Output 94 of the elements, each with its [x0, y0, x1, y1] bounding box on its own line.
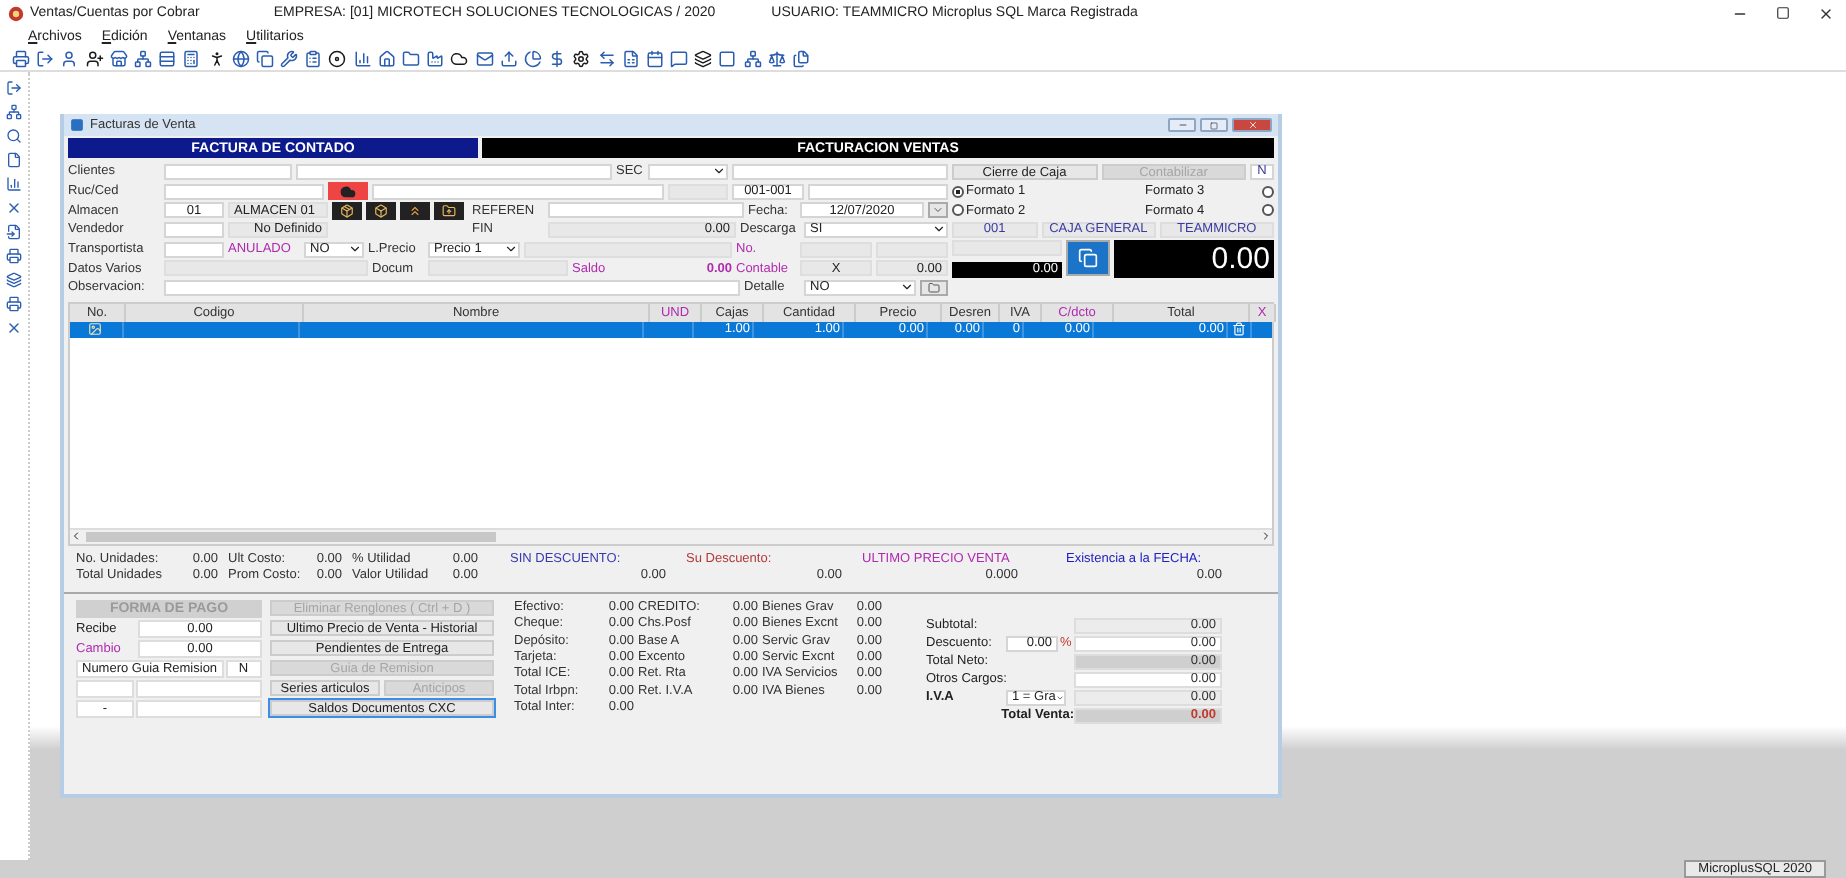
layers-icon[interactable]	[6, 272, 22, 288]
caret-icon	[1055, 691, 1064, 704]
home-icon[interactable]	[377, 49, 396, 67]
network-icon[interactable]	[6, 104, 22, 120]
wrench-icon[interactable]	[280, 49, 299, 67]
box-icon	[374, 203, 388, 218]
folder-button[interactable]	[434, 201, 464, 220]
caret-icon	[348, 242, 362, 257]
row-marker-icon	[88, 322, 102, 337]
input-field[interactable]	[548, 202, 744, 219]
scale-icon[interactable]	[767, 49, 786, 67]
caret-icon	[900, 280, 914, 295]
scroll-left-icon	[70, 530, 82, 543]
caret-icon	[504, 242, 518, 257]
exit-icon[interactable]	[6, 80, 22, 96]
calendar-icon[interactable]	[645, 49, 664, 67]
pie-chart-icon[interactable]	[523, 49, 542, 67]
close-icon	[1818, 5, 1834, 21]
input-field[interactable]	[732, 163, 948, 180]
upload-button[interactable]	[400, 201, 430, 220]
minimize-icon	[1177, 120, 1187, 130]
window-icon[interactable]	[718, 49, 737, 67]
document-icon[interactable]	[6, 152, 22, 168]
package-icon	[340, 203, 354, 218]
cloud-button[interactable]	[328, 182, 368, 201]
display-field	[876, 241, 948, 258]
cloud-icon	[340, 183, 356, 200]
search-icon[interactable]	[6, 128, 22, 144]
table-cell	[76, 679, 134, 698]
copy-icon	[1078, 247, 1098, 268]
total-display: 0.00	[1114, 239, 1274, 278]
printer-icon[interactable]	[6, 248, 22, 264]
input-field[interactable]	[372, 183, 664, 200]
import-icon[interactable]	[6, 224, 22, 240]
table-cell	[135, 699, 262, 718]
globe-icon[interactable]	[231, 49, 250, 67]
dropdown-field[interactable]	[648, 163, 728, 180]
input-field[interactable]	[164, 241, 224, 258]
maximize-icon	[1210, 121, 1218, 129]
disc-icon[interactable]	[328, 49, 347, 67]
caret-icon	[712, 164, 726, 179]
cloud-icon[interactable]	[450, 49, 469, 67]
export-button[interactable]	[366, 201, 396, 220]
input-field[interactable]	[164, 163, 292, 180]
close-icon[interactable]	[6, 200, 22, 216]
window-icon	[70, 118, 84, 132]
input-field[interactable]	[164, 279, 740, 296]
upload-icon[interactable]	[499, 49, 518, 67]
close-button[interactable]	[1818, 5, 1834, 21]
scroll-right-icon	[1260, 530, 1272, 543]
mail-icon[interactable]	[475, 49, 494, 67]
inbox-button[interactable]	[332, 201, 362, 220]
user-icon[interactable]	[60, 49, 79, 67]
rows-icon[interactable]	[158, 49, 177, 67]
app-logo-icon	[8, 5, 24, 21]
table-cell	[135, 679, 262, 698]
chart-icon[interactable]	[6, 176, 22, 192]
input-field[interactable]	[164, 221, 224, 238]
chevrons-up-icon	[408, 203, 422, 218]
input-field[interactable]	[164, 183, 324, 200]
clipboard-icon[interactable]	[304, 49, 323, 67]
exit-icon[interactable]	[36, 49, 55, 67]
swap-icon[interactable]	[597, 49, 615, 67]
horizontal-scrollbar[interactable]	[70, 527, 1272, 544]
network-icon[interactable]	[133, 49, 152, 67]
folder-icon[interactable]	[402, 49, 420, 67]
hierarchy-icon[interactable]	[743, 49, 762, 67]
folder-icon	[442, 203, 456, 218]
calculator-icon[interactable]	[182, 49, 201, 67]
dollar-icon[interactable]	[548, 49, 567, 67]
files-icon[interactable]	[792, 49, 810, 67]
layers-icon[interactable]	[694, 49, 713, 67]
folder-icon	[928, 281, 940, 294]
input-field[interactable]	[808, 183, 948, 200]
spreadsheet-icon[interactable]	[621, 49, 640, 67]
person-icon[interactable]	[207, 49, 225, 67]
settings-icon[interactable]	[572, 49, 591, 67]
message-icon[interactable]	[670, 49, 689, 67]
maximize-button[interactable]	[1776, 5, 1790, 21]
store-icon[interactable]	[109, 49, 128, 67]
printer-icon[interactable]	[6, 296, 22, 312]
input-field[interactable]	[296, 163, 612, 180]
close-icon[interactable]	[6, 320, 22, 336]
user-plus-icon[interactable]	[85, 49, 104, 67]
display-field	[800, 241, 872, 258]
delete-icon[interactable]	[1231, 322, 1245, 337]
copy-icon[interactable]	[255, 49, 274, 67]
screen-button[interactable]	[1066, 239, 1110, 276]
factory-icon[interactable]	[426, 49, 445, 67]
maximize-icon	[1776, 5, 1790, 19]
printer-icon[interactable]	[12, 49, 30, 67]
display-field	[668, 183, 728, 200]
display-field	[428, 260, 568, 277]
bar-chart-icon[interactable]	[353, 49, 372, 67]
